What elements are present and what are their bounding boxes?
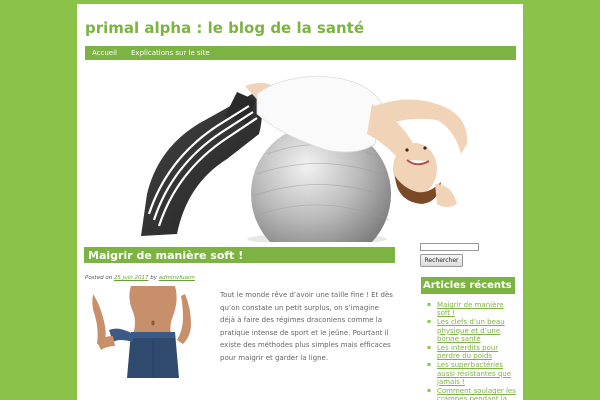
search-input[interactable]: [420, 243, 479, 251]
site-title[interactable]: primal alpha : le blog de la santé: [85, 19, 364, 37]
post-title-bar: Maigrir de manière soft !: [84, 247, 395, 263]
list-item: Comment soulager les crampes pendant la …: [425, 387, 517, 400]
post-image-waist: [87, 286, 205, 378]
post-meta-label: Posted on: [85, 275, 113, 281]
nav-item-explications[interactable]: Explications sur le site: [124, 46, 217, 60]
post-meta-by: by: [150, 275, 157, 281]
post-author-link[interactable]: adminvfuaim: [159, 275, 195, 281]
header-image-fitness-ball: [141, 75, 468, 242]
page: primal alpha : le blog de la santé Accue…: [77, 4, 523, 400]
list-item: Maigrir de manière soft !: [425, 301, 517, 317]
list-item: Les interdits pour perdre du poids: [425, 344, 517, 360]
recent-posts-header: Articles récents: [421, 277, 515, 294]
nav-bar: Accueil Explications sur le site: [85, 46, 516, 60]
post-date-link[interactable]: 25 juin 2017: [114, 275, 149, 281]
recent-post-link[interactable]: Comment soulager les crampes pendant la …: [437, 387, 516, 400]
recent-posts-list: Maigrir de manière soft ! Les clefs d’un…: [425, 301, 517, 400]
list-item: Les clefs d’un beau physique et d’une bo…: [425, 318, 517, 343]
recent-post-link[interactable]: Les clefs d’un beau physique et d’une bo…: [437, 318, 505, 342]
list-item: Les superbactéries aussi résistantes que…: [425, 361, 517, 386]
recent-posts-title: Articles récents: [423, 280, 512, 291]
post-meta: Posted on 25 juin 2017 by adminvfuaim: [85, 275, 195, 281]
search-button[interactable]: Rechercher: [420, 254, 463, 267]
nav-item-accueil[interactable]: Accueil: [85, 46, 124, 60]
post-body-text: Tout le monde rêve d’avoir une taille fi…: [220, 291, 393, 362]
recent-post-link[interactable]: Les superbactéries aussi résistantes que…: [437, 361, 511, 385]
post-title[interactable]: Maigrir de manière soft !: [88, 249, 243, 262]
recent-post-link[interactable]: Maigrir de manière soft !: [437, 301, 503, 317]
recent-post-link[interactable]: Les interdits pour perdre du poids: [437, 344, 498, 360]
